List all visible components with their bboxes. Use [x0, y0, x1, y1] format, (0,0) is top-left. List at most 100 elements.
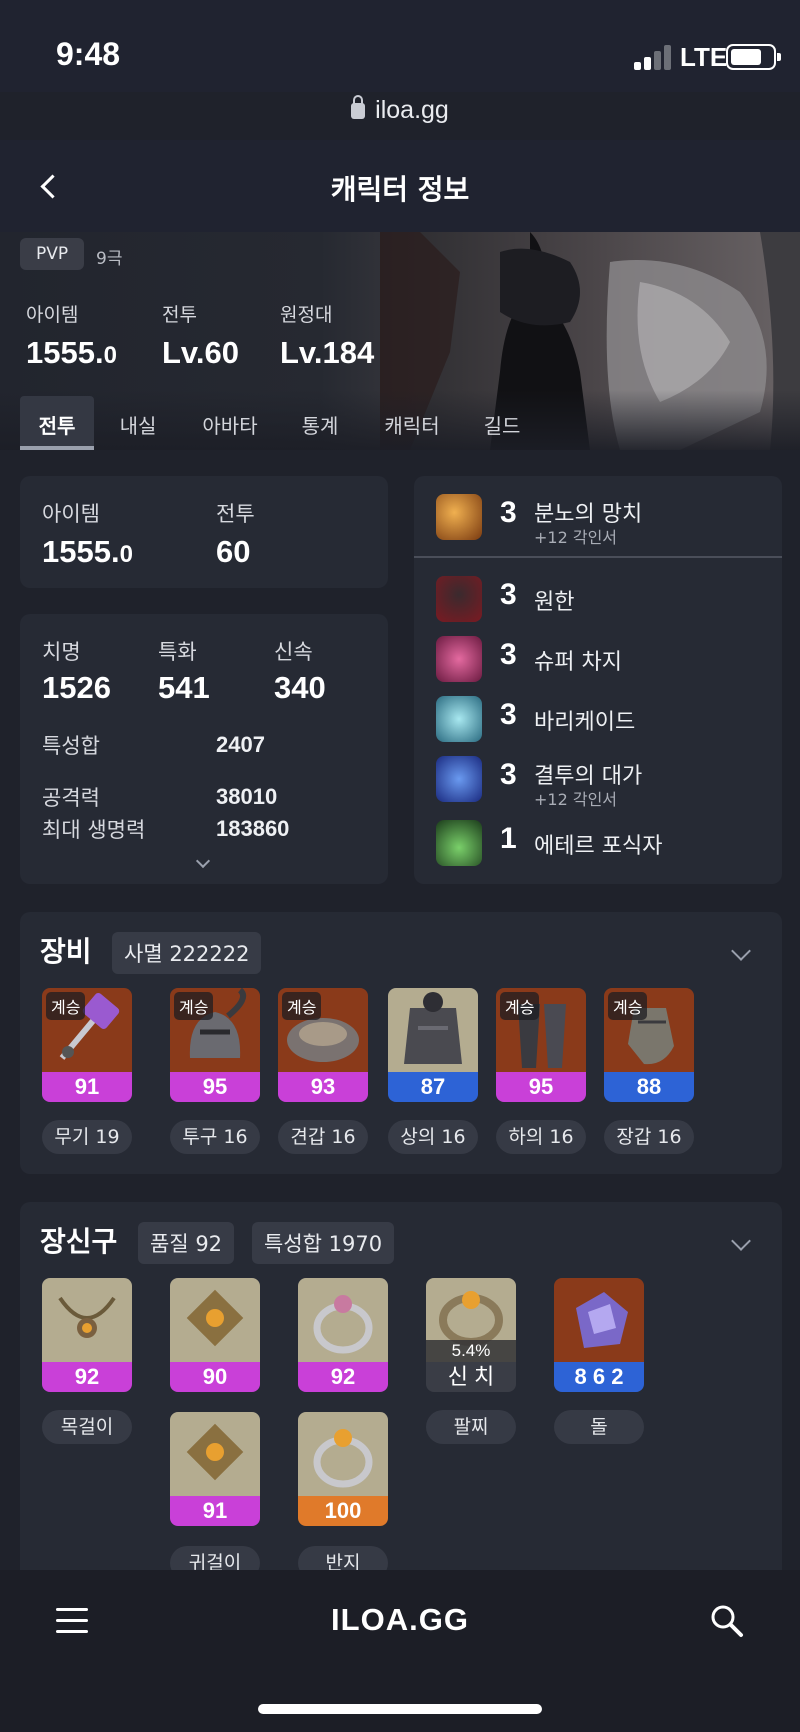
- banner-roster-level: 원정대 Lv.184: [280, 300, 374, 371]
- barricade-icon: [436, 696, 482, 742]
- equipment-label: 하의 16: [496, 1120, 586, 1154]
- accessory-item[interactable]: 90: [170, 1278, 260, 1392]
- equipment-item[interactable]: 계승 95: [496, 988, 586, 1102]
- pvp-rank: 9극: [96, 249, 123, 269]
- banner-item-level: 아이템 1555.0: [26, 300, 117, 371]
- engraving-row[interactable]: 1 에테르 포식자: [414, 816, 784, 872]
- engraving-name: 슈퍼 차지: [534, 650, 622, 675]
- accessories-card: 장신구 품질 92 특성합 1970: [20, 1202, 782, 1570]
- accessory-item[interactable]: 91: [170, 1412, 260, 1526]
- signal-icon: [634, 44, 674, 70]
- quality-value: 88: [604, 1072, 694, 1102]
- equipment-chevron-down-icon[interactable]: [731, 941, 751, 961]
- crit-label: 치명: [42, 640, 81, 664]
- quality-value: 93: [278, 1072, 368, 1102]
- accessory-item[interactable]: 92: [298, 1278, 388, 1392]
- hammer-icon: [436, 494, 482, 540]
- expand-stats-chevron-icon[interactable]: [195, 853, 211, 869]
- status-time: 9:48: [56, 36, 121, 72]
- engraving-row[interactable]: 3 바리케이드: [414, 692, 784, 748]
- tab-character[interactable]: 캐릭터: [374, 396, 450, 450]
- spec-label: 특화: [158, 640, 197, 664]
- engraving-name: 에테르 포식자: [534, 834, 663, 859]
- quality-value: 92: [298, 1362, 388, 1392]
- tab-bar: 전투 내실 아바타 통계 캐릭터 길드: [0, 396, 800, 450]
- ether-predator-icon: [436, 820, 482, 866]
- equipment-label: 장갑 16: [604, 1120, 694, 1154]
- tab-avatar[interactable]: 아바타: [192, 396, 268, 450]
- grudge-icon: [436, 576, 482, 622]
- swift-value: 340: [274, 670, 326, 705]
- quality-value: 87: [388, 1072, 478, 1102]
- accessory-item[interactable]: 8 6 2: [554, 1278, 644, 1392]
- tab-battle[interactable]: 전투: [20, 396, 94, 450]
- equipment-item[interactable]: 계승 93: [278, 988, 368, 1102]
- site-logo[interactable]: ILOA.GG: [0, 1602, 800, 1638]
- equipment-label: 견갑 16: [278, 1120, 368, 1154]
- equipment-label: 무기 19: [42, 1120, 132, 1154]
- battle-level-value: Lv.60: [162, 335, 239, 370]
- quality-value: 91: [170, 1496, 260, 1526]
- inherit-tag: 계승: [608, 992, 648, 1020]
- engraving-level: 3: [500, 638, 517, 671]
- page-title: 캐릭터 정보: [330, 173, 470, 206]
- accessory-item[interactable]: 5.4% 신 치: [426, 1278, 516, 1392]
- max-hp-value: 183860: [216, 816, 290, 841]
- accessory-item[interactable]: 92: [42, 1278, 132, 1392]
- tab-stats[interactable]: 통계: [290, 396, 350, 450]
- bracelet-effects: 신 치: [426, 1362, 516, 1392]
- url-text: iloa.gg: [375, 96, 449, 124]
- engraving-row[interactable]: 3 결투의 대가 +12 각인서: [414, 752, 784, 809]
- equipment-item[interactable]: 계승 91: [42, 988, 132, 1102]
- total-stat-label: 특성합: [42, 734, 100, 758]
- quality-value: 90: [170, 1362, 260, 1392]
- lock-icon: [351, 95, 366, 119]
- home-indicator[interactable]: [258, 1704, 542, 1714]
- necklace-icon: [42, 1278, 132, 1362]
- tab-guild[interactable]: 길드: [472, 396, 532, 450]
- engraving-row[interactable]: 3 원한: [414, 572, 784, 628]
- master-brawler-icon: [436, 756, 482, 802]
- total-stat-chip: 특성합 1970: [252, 1222, 395, 1264]
- engravings-divider: [414, 556, 782, 558]
- bottom-navbar: ILOA.GG: [0, 1570, 800, 1732]
- engraving-level: 1: [500, 822, 517, 855]
- page-header: 캐릭터 정보: [0, 140, 800, 232]
- earring-icon: [170, 1278, 260, 1362]
- accessories-title: 장신구: [40, 1225, 118, 1258]
- crit-value: 1526: [42, 670, 111, 705]
- engraving-book: +12 각인서: [534, 790, 618, 809]
- equipment-item[interactable]: 계승 95: [170, 988, 260, 1102]
- engraving-row[interactable]: 3 슈퍼 차지: [414, 632, 784, 688]
- chest-armor-icon: [388, 988, 478, 1072]
- engraving-level: 3: [500, 578, 517, 611]
- equipment-item[interactable]: 계승 88: [604, 988, 694, 1102]
- card-battle-value: 60: [216, 534, 251, 569]
- quality-value: 8 6 2: [554, 1362, 644, 1392]
- total-stat-value: 2407: [216, 732, 265, 757]
- pvp-badge: PVP: [20, 238, 85, 270]
- bracelet-overlay: 5.4%: [426, 1340, 516, 1362]
- max-hp-label: 최대 생명력: [42, 818, 146, 842]
- engraving-row[interactable]: 3 분노의 망치 +12 각인서: [414, 490, 784, 547]
- address-bar[interactable]: iloa.gg: [0, 95, 800, 125]
- item-level-value: 1555.0: [26, 335, 117, 370]
- network-type: LTE: [680, 42, 728, 72]
- engraving-name: 바리케이드: [534, 710, 636, 735]
- quality-chip: 품질 92: [138, 1222, 235, 1264]
- quality-value: 91: [42, 1072, 132, 1102]
- engraving-level: 3: [500, 758, 517, 791]
- equipment-label: 상의 16: [388, 1120, 478, 1154]
- battle-level-label: 전투: [162, 304, 197, 326]
- equipment-item[interactable]: 87: [388, 988, 478, 1102]
- accessory-item[interactable]: 100: [298, 1412, 388, 1526]
- equipment-title: 장비: [40, 935, 92, 968]
- accessories-chevron-down-icon[interactable]: [731, 1231, 751, 1251]
- search-icon[interactable]: [710, 1604, 744, 1638]
- swift-label: 신속: [274, 640, 313, 664]
- accessory-label: 돌: [554, 1410, 644, 1444]
- attack-value: 38010: [216, 784, 278, 809]
- roster-level-label: 원정대: [280, 304, 333, 326]
- tab-inner[interactable]: 내실: [108, 396, 168, 450]
- attack-label: 공격력: [42, 786, 100, 810]
